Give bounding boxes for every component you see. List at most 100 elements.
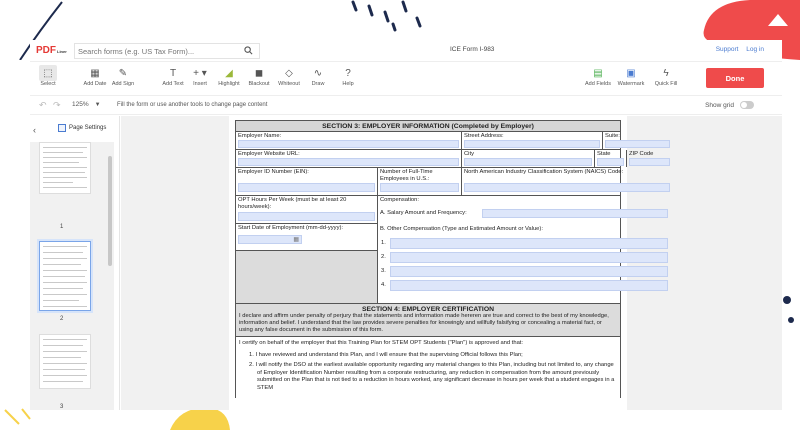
list-number: 2. [381, 254, 386, 260]
zoom-select[interactable]: 125% ▼ [72, 101, 101, 108]
document-page: SECTION 3: EMPLOYER INFORMATION (Complet… [229, 116, 670, 410]
page-thumbnail-3[interactable] [39, 334, 91, 389]
help-tool[interactable]: ? Help [332, 65, 364, 93]
state-label: State [597, 151, 611, 157]
form-cell: Employer Name: [236, 132, 462, 149]
other-comp-field-3[interactable] [390, 266, 668, 277]
certify-statement: I certify on behalf of the employer that… [239, 340, 524, 346]
compensation-label: Compensation: [380, 197, 419, 203]
lightning-icon: ϟ [663, 67, 669, 79]
page-sidebar: ‹ Page Settings 1 2 3 [30, 116, 120, 410]
fields-icon: ▤ [593, 67, 603, 79]
search-icon[interactable] [244, 46, 253, 55]
done-button[interactable]: Done [706, 68, 764, 88]
thumbnail-scrollbar[interactable] [108, 156, 112, 266]
logo[interactable]: PDF Liner [36, 45, 74, 56]
whiteout-label: Whiteout [278, 81, 300, 87]
start-date-field[interactable]: ▦ [238, 235, 302, 244]
ein-field[interactable] [238, 183, 375, 192]
salary-label: A. Salary Amount and Frequency: [380, 210, 467, 216]
page-thumbnail-1[interactable] [39, 142, 91, 194]
show-grid: Show grid [705, 101, 754, 109]
highlight-tool[interactable]: ◢ Highlight [213, 65, 245, 93]
naics-field[interactable] [464, 183, 670, 192]
employer-name-field[interactable] [238, 140, 459, 148]
page-settings-label: Page Settings [69, 125, 107, 131]
pen-icon: ∿ [313, 67, 323, 79]
highlight-label: Highlight [218, 81, 240, 87]
certify-item-2: 2. I will notify the DSO at the earliest… [249, 362, 615, 391]
blackout-tool[interactable]: ◼ Blackout [243, 65, 275, 93]
select-tool[interactable]: ⬚ Select [32, 65, 64, 93]
form-cell: Employer ID Number (EIN): [236, 168, 378, 195]
num-employees-field[interactable] [380, 183, 459, 192]
watermark-tool[interactable]: ▣ Watermark [615, 65, 647, 93]
sub-toolbar: ↶ ↷ 125% ▼ Fill the form or use another … [30, 97, 782, 115]
hint-text: Fill the form or use another tools to ch… [117, 102, 268, 108]
help-icon: ? [345, 67, 351, 79]
suite-field[interactable] [605, 140, 670, 148]
help-label: Help [342, 81, 354, 87]
page-settings-icon [58, 124, 66, 132]
section-4-header: SECTION 4: EMPLOYER CERTIFICATION [361, 306, 495, 313]
page-number: 3 [60, 404, 64, 410]
website-field[interactable] [238, 158, 459, 166]
highlighter-icon: ◢ [225, 67, 233, 79]
redo-icon[interactable]: ↷ [53, 100, 61, 111]
search-input[interactable] [78, 46, 238, 56]
other-comp-field-2[interactable] [390, 252, 668, 263]
section-4-declaration: I declare and affirm under penalty of pe… [239, 313, 609, 333]
whiteout-tool[interactable]: ◇ Whiteout [273, 65, 305, 93]
page-number: 1 [60, 224, 64, 230]
watermark-label: Watermark [617, 81, 645, 87]
form-cell: Suite: [603, 132, 672, 149]
form-cell: North American Industry Classification S… [462, 168, 672, 195]
salary-field[interactable] [482, 209, 668, 218]
form-cell: ZIP Code [627, 150, 672, 167]
insert-label: Insert [193, 81, 207, 87]
undo-icon[interactable]: ↶ [39, 100, 47, 111]
city-label: City [464, 151, 474, 157]
street-address-field[interactable] [464, 140, 600, 148]
section-3-header: SECTION 3: EMPLOYER INFORMATION (Complet… [235, 120, 621, 132]
form-cell: Compensation: A. Salary Amount and Frequ… [378, 196, 672, 303]
form-row: Employer ID Number (EIN): Number of Full… [235, 168, 670, 196]
opt-hours-label: OPT Hours Per Week (must be at least 20 … [238, 197, 347, 210]
add-sign-tool[interactable]: ✎ Add Sign [107, 65, 139, 93]
login-link[interactable]: Log in [746, 46, 764, 53]
signature-icon: ✎ [118, 67, 128, 79]
state-field[interactable] [597, 158, 624, 166]
eraser-icon: ◇ [285, 67, 293, 79]
show-grid-toggle[interactable] [740, 101, 754, 109]
quick-fill-tool[interactable]: ϟ Quick Fill [650, 65, 682, 93]
watermark-icon: ▣ [626, 67, 636, 79]
show-grid-label: Show grid [705, 101, 734, 109]
chevron-left-icon[interactable]: ‹ [33, 125, 36, 135]
other-comp-field-1[interactable] [390, 238, 668, 249]
add-fields-tool[interactable]: ▤ Add Fields [582, 65, 614, 93]
city-field[interactable] [464, 158, 592, 166]
page-thumbnail-2[interactable] [39, 241, 91, 311]
zip-field[interactable] [629, 158, 670, 166]
insert-tool[interactable]: + ▾ Insert [184, 65, 216, 93]
search-box[interactable] [74, 43, 260, 59]
support-link[interactable]: Support [716, 46, 739, 53]
top-links: Support Log in [710, 46, 764, 53]
opt-hours-field[interactable] [238, 212, 375, 221]
other-comp-field-4[interactable] [390, 280, 668, 291]
page-settings-button[interactable]: Page Settings [58, 124, 106, 132]
chevron-down-icon: ▼ [94, 101, 101, 108]
num-employees-label: Number of Full-Time Employees in U.S.: [380, 169, 433, 182]
add-sign-label: Add Sign [111, 81, 135, 87]
form-cell: City [462, 150, 595, 167]
street-address-label: Street Address: [464, 133, 504, 139]
logo-subtext: Liner [57, 49, 67, 54]
select-tool-label: Select [40, 81, 56, 87]
document-title: ICE Form I-983 [450, 46, 495, 53]
list-number: 1. [381, 240, 386, 246]
zoom-value: 125% [72, 101, 89, 108]
draw-tool[interactable]: ∿ Draw [302, 65, 334, 93]
naics-label: North American Industry Classification S… [464, 169, 624, 175]
calendar-icon[interactable]: ▦ [293, 236, 299, 243]
editor-window: PDF Liner ICE Form I-983 Support Log in … [30, 40, 782, 410]
